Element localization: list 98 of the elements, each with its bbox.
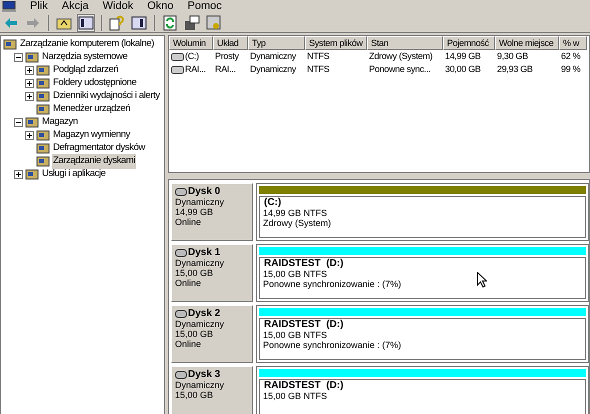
node-icon (36, 103, 50, 116)
column-header[interactable]: Wolumin (169, 36, 213, 50)
expander-box[interactable] (14, 118, 23, 127)
disk-info: Online (175, 217, 202, 227)
disk-info: 15,00 GB (175, 390, 214, 400)
refresh-icon[interactable] (162, 14, 178, 30)
partition-label: RAIDSTEST (D:) (263, 259, 344, 269)
table-cell-text: 29,93 GB (497, 62, 533, 76)
table-cell-text: 99 % (561, 62, 580, 76)
disk-info: Dynamiczny (175, 319, 226, 329)
disk-info: Online (175, 278, 202, 288)
partition-box[interactable]: RAIDSTEST (D:) 15,00 GB NTFS Ponowne synchronizowanie : (7%) (259, 318, 586, 360)
disk-info: 15,00 GB (175, 268, 214, 278)
tree-item[interactable]: Zarządzanie dyskami (52, 154, 136, 169)
expander-box[interactable] (25, 131, 34, 140)
partition-info: Ponowne synchronizowanie : (7%) (263, 279, 402, 289)
expander-box[interactable] (14, 53, 23, 62)
partition-label: RAIDSTEST (D:) (263, 320, 344, 330)
column-header[interactable]: Pojemność (443, 36, 495, 50)
tree-item[interactable]: Usługi i aplikacje (41, 167, 107, 182)
disk-info: Online (175, 339, 202, 349)
menu-item[interactable]: Widok (102, 0, 134, 15)
table-cell-text: Prosty (215, 50, 239, 63)
partition-label: (C:) (263, 198, 282, 208)
table-cell-text: Dynamiczny (250, 62, 296, 76)
partition-box[interactable]: RAIDSTEST (D:) 15,00 GB NTFS (259, 379, 586, 414)
column-header[interactable]: Układ (213, 36, 248, 50)
partition-info: 15,00 GB NTFS (263, 269, 328, 279)
pane-icon[interactable] (131, 14, 147, 30)
disk-name: Dysk 3 (188, 370, 220, 380)
node-icon (36, 142, 50, 155)
help-icon[interactable] (109, 14, 125, 30)
volume-icon (171, 52, 184, 60)
tree-pane-icon[interactable] (78, 14, 94, 30)
table-cell-text: (C:) (185, 50, 199, 63)
node-icon (25, 116, 39, 129)
properties-icon[interactable] (206, 14, 222, 30)
partition-info: 15,00 GB NTFS (263, 330, 328, 340)
mouse-pointer-icon (477, 272, 487, 288)
node-icon (25, 168, 39, 181)
expander-box[interactable] (14, 170, 23, 179)
disk-info: Dynamiczny (175, 258, 226, 268)
partition-label: RAIDSTEST (D:) (263, 381, 344, 391)
table-cell-text: NTFS (307, 50, 330, 63)
column-header[interactable]: Typ (248, 36, 305, 50)
table-cell-text: RAI... (215, 62, 236, 76)
partition-info: Ponowne synchronizowanie : (7%) (263, 340, 402, 350)
tree-item[interactable]: Podgląd zdarzeń (52, 63, 120, 78)
table-cell-text: Dynamiczny (250, 50, 296, 63)
node-icon (36, 155, 50, 168)
tree-item[interactable]: Foldery udostępnione (52, 76, 138, 91)
computer-icon (2, 1, 16, 12)
menu-item[interactable]: Akcja (62, 0, 89, 15)
table-cell-text: 62 % (561, 50, 580, 63)
node-icon (36, 77, 50, 90)
disk-info: Dynamiczny (175, 197, 226, 207)
table-cell-text: 14,99 GB (445, 50, 481, 63)
disk-info: Dynamiczny (175, 380, 226, 390)
expander-box[interactable] (25, 66, 34, 75)
partition-info: 14,99 GB NTFS (263, 208, 328, 218)
disk-name: Dysk 1 (188, 248, 220, 258)
tree-item[interactable]: Defragmentator dysków (52, 141, 146, 156)
partition-info: Zdrowy (System) (263, 218, 332, 228)
expander-box[interactable] (25, 79, 34, 88)
table-cell-text: Zdrowy (System) (369, 50, 433, 63)
partition-box[interactable]: RAIDSTEST (D:) 15,00 GB NTFS Ponowne synchronizowanie : (7%) (259, 257, 586, 299)
menu-item[interactable]: Pomoc (188, 0, 222, 15)
node-icon (36, 129, 50, 142)
table-cell-text: RAI... (185, 62, 206, 76)
volume-icon (171, 66, 184, 74)
node-icon (25, 51, 39, 64)
column-header[interactable]: % w (559, 36, 587, 50)
node-icon (36, 90, 50, 103)
disk-info: 14,99 GB (175, 207, 214, 217)
tree-item[interactable]: Narzędzia systemowe (41, 50, 128, 65)
disk-name: Dysk 0 (188, 187, 220, 197)
menu-item[interactable]: Plik (30, 0, 48, 15)
tree-item[interactable]: Menedżer urządzeń (52, 102, 132, 117)
node-icon (36, 64, 50, 77)
tree-item[interactable]: Dzienniki wydajności i alerty (52, 89, 161, 104)
menu-item[interactable]: Okno (147, 0, 174, 15)
partition-box[interactable]: (C:) 14,99 GB NTFS Zdrowy (System) (259, 196, 586, 238)
table-cell-text: NTFS (307, 62, 330, 76)
export-icon[interactable] (184, 14, 200, 30)
table-cell-text: 30,00 GB (445, 62, 481, 76)
node-icon (3, 38, 17, 51)
column-header[interactable]: Wolne miejsce (495, 36, 559, 50)
column-header[interactable]: System plików (305, 36, 367, 50)
expander-box[interactable] (25, 92, 34, 101)
table-cell-text: Ponowne sync... (369, 62, 431, 76)
disk-name: Dysk 2 (188, 309, 220, 319)
column-header[interactable]: Stan (367, 36, 443, 50)
partition-info: 15,00 GB NTFS (263, 391, 328, 401)
tree-item[interactable]: Magazyn (41, 115, 79, 130)
tree-item[interactable]: Magazyn wymienny (52, 128, 132, 143)
disk-info: 15,00 GB (175, 329, 214, 339)
table-cell-text: 9,30 GB (497, 50, 528, 63)
tree-item[interactable]: Zarządzanie komputerem (lokalne) (19, 37, 155, 52)
